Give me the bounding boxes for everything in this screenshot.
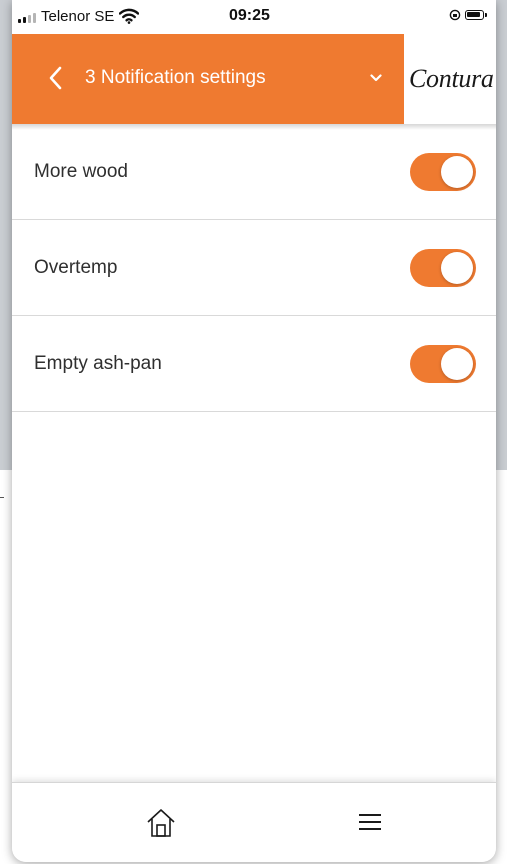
overtemp-toggle[interactable]	[410, 249, 476, 287]
home-icon[interactable]	[145, 807, 177, 839]
setting-label: Empty ash-pan	[34, 353, 162, 374]
status-bar: Telenor SE 09:25	[12, 0, 496, 34]
background-tick	[0, 497, 4, 498]
tab-bar	[12, 782, 496, 862]
page-title[interactable]: 3 Notification settings	[85, 67, 266, 89]
app-header: 3 Notification settings Contura	[12, 34, 496, 124]
more-wood-toggle[interactable]	[410, 153, 476, 191]
setting-label: More wood	[34, 161, 128, 182]
settings-list: More wood Overtemp Empty ash-pan	[12, 124, 496, 412]
setting-row-overtemp: Overtemp	[12, 220, 496, 316]
signal-icon	[18, 13, 36, 23]
carrier-name: Telenor SE	[41, 8, 115, 25]
phone-screen: Telenor SE 09:25 3 Notification settings	[12, 0, 496, 862]
chevron-down-icon[interactable]	[370, 74, 382, 82]
setting-row-empty-ash-pan: Empty ash-pan	[12, 316, 496, 412]
setting-label: Overtemp	[34, 257, 118, 278]
setting-row-more-wood: More wood	[12, 124, 496, 220]
wifi-icon	[119, 8, 139, 24]
chevron-left-icon[interactable]	[48, 66, 62, 90]
battery-icon	[465, 10, 487, 20]
menu-icon[interactable]	[359, 814, 381, 835]
empty-ash-pan-toggle[interactable]	[410, 345, 476, 383]
header-bar: 3 Notification settings	[12, 34, 404, 124]
rotation-lock-icon	[449, 9, 461, 21]
status-time: 09:25	[229, 7, 270, 24]
brand-logo: Contura	[409, 64, 494, 93]
